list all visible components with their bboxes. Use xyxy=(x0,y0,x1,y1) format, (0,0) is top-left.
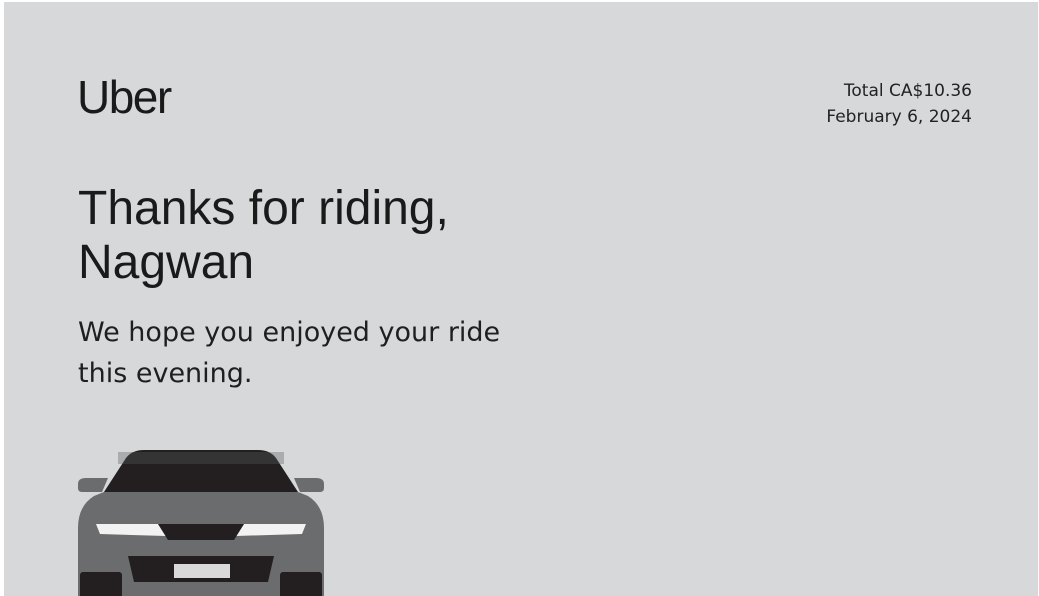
ride-message-line-2: this evening. xyxy=(78,358,253,389)
receipt-card: Uber Total CA$10.36 February 6, 2024 Tha… xyxy=(4,2,1038,596)
ride-message-line-1: We hope you enjoyed your ride xyxy=(78,317,501,348)
total-amount: Total CA$10.36 xyxy=(843,81,972,101)
car-front-icon xyxy=(78,450,324,596)
uber-logo: Uber xyxy=(77,71,172,123)
rider-name: Nagwan xyxy=(78,236,255,289)
thanks-headline: Thanks for riding, Nagwan xyxy=(78,182,638,290)
ride-message: We hope you enjoyed your ride this eveni… xyxy=(78,312,598,394)
headline-line-1: Thanks for riding, xyxy=(78,182,449,235)
receipt-summary: Total CA$10.36 February 6, 2024 xyxy=(826,78,972,130)
receipt-date: February 6, 2024 xyxy=(826,107,972,127)
